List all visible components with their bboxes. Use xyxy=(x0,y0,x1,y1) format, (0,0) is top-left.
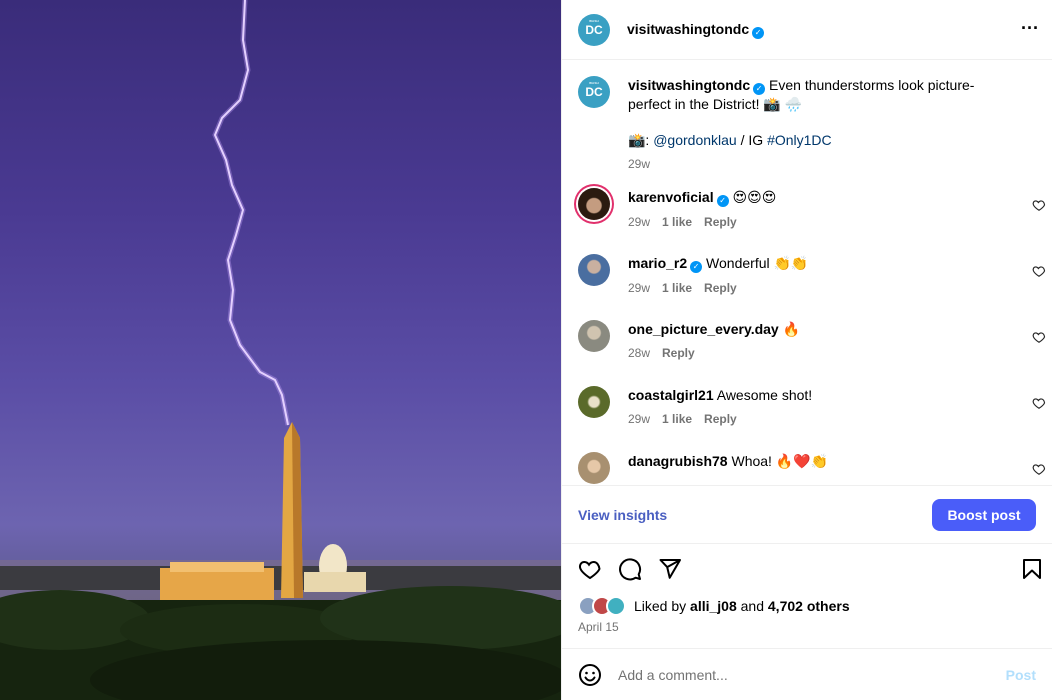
comment-item: one_picture_every.day 🔥 28w Reply xyxy=(578,320,1046,386)
likes-summary[interactable]: Liked by alli_j08 and 4,702 others xyxy=(562,594,1052,618)
author-username[interactable]: visitwashingtondc ✓ xyxy=(627,21,765,39)
comment-meta: 29w 1 like Reply xyxy=(628,281,838,295)
comment-likes[interactable]: 1 like xyxy=(662,412,692,426)
caption-avatar-text: DC xyxy=(585,85,603,99)
avatar-tiny-text: WASH xyxy=(589,18,599,23)
likes-user[interactable]: alli_j08 xyxy=(690,598,737,614)
verified-icon: ✓ xyxy=(752,26,765,39)
credit-prefix: 📸: xyxy=(628,132,654,148)
comment-item: karenvoficial ✓ 😍😍😍 29w 1 like Reply xyxy=(578,188,1046,254)
insights-bar: View insights Boost post xyxy=(562,486,1052,544)
lightning-glow xyxy=(212,0,291,426)
likes-count[interactable]: 4,702 others xyxy=(768,598,850,614)
comment-user[interactable]: danagrubish78 xyxy=(628,453,728,469)
post-header: WASH DC visitwashingtondc ✓ ··· xyxy=(562,0,1052,60)
comment-user[interactable]: one_picture_every.day xyxy=(628,321,779,337)
liker-avatars xyxy=(578,596,626,616)
commenter-avatar[interactable] xyxy=(578,320,610,352)
credit-mid: / IG xyxy=(736,132,768,148)
verified-icon: ✓ xyxy=(716,195,729,207)
comment-user[interactable]: mario_r2 xyxy=(628,255,687,271)
comment-text: danagrubish78 Whoa! 🔥❤️👏 xyxy=(628,452,858,470)
comment-body: 😍😍😍 xyxy=(732,189,777,205)
comment-meta: 28w Reply xyxy=(628,346,830,360)
comment-meta: 29w 1 like Reply xyxy=(628,215,806,229)
comment-composer: Add a comment... Post xyxy=(562,648,1052,700)
post-date: April 15 xyxy=(578,620,619,634)
bookmark-icon[interactable] xyxy=(1020,557,1044,581)
comment-text: karenvoficial ✓ 😍😍😍 xyxy=(628,188,806,207)
comment-time: 29w xyxy=(628,412,651,426)
share-icon[interactable] xyxy=(658,557,682,581)
verified-icon: ✓ xyxy=(690,261,703,273)
liker-avatar xyxy=(606,596,626,616)
post-panel: WASH DC visitwashingtondc ✓ ··· WASH DC v… xyxy=(561,0,1052,700)
likes-text: Liked by alli_j08 and 4,702 others xyxy=(634,598,850,614)
post-photo[interactable] xyxy=(0,0,561,700)
comment-body: Wonderful 👏👏 xyxy=(706,255,809,271)
commenter-avatar[interactable] xyxy=(578,386,610,418)
heart-icon[interactable] xyxy=(578,557,602,581)
caption-text: visitwashingtondc ✓ Even thunderstorms lo… xyxy=(628,76,1036,113)
reply-button[interactable]: Reply xyxy=(662,346,695,360)
lincoln-memorial-top xyxy=(170,562,264,572)
emoji-icon[interactable] xyxy=(578,663,602,687)
more-icon[interactable]: ··· xyxy=(1018,19,1042,40)
commenter-avatar[interactable] xyxy=(578,254,610,286)
verified-icon: ✓ xyxy=(753,83,766,95)
commenter-avatar[interactable] xyxy=(578,452,610,484)
comment-heart-icon[interactable] xyxy=(1032,264,1046,278)
comment-input[interactable]: Add a comment... xyxy=(618,667,1006,683)
view-insights-link[interactable]: View insights xyxy=(578,507,667,523)
comment-text: one_picture_every.day 🔥 xyxy=(628,320,830,338)
avatar-text: DC xyxy=(585,22,603,37)
comment-icon[interactable] xyxy=(618,557,642,581)
comment-likes[interactable]: 1 like xyxy=(662,281,692,295)
post-comment-button[interactable]: Post xyxy=(1006,667,1036,683)
capitol-base xyxy=(304,572,366,592)
comment-time: 28w xyxy=(628,346,651,360)
comment-heart-icon[interactable] xyxy=(1032,462,1046,476)
comment-item: danagrubish78 Whoa! 🔥❤️👏 xyxy=(578,452,1046,485)
caption-meta: 29w xyxy=(628,157,1036,171)
comment-time: 29w xyxy=(628,215,651,229)
comment-user[interactable]: karenvoficial xyxy=(628,189,714,205)
comment-heart-icon[interactable] xyxy=(1032,330,1046,344)
comment-body: Awesome shot! xyxy=(716,387,813,403)
instagram-post-view: WASH DC visitwashingtondc ✓ ··· WASH DC v… xyxy=(0,0,1052,700)
comment-heart-icon[interactable] xyxy=(1032,198,1046,212)
boost-post-button[interactable]: Boost post xyxy=(932,498,1036,531)
credit-hashtag[interactable]: #Only1DC xyxy=(767,132,832,148)
comment-item: mario_r2 ✓ Wonderful 👏👏 29w 1 like Reply xyxy=(578,254,1046,320)
credit-mention[interactable]: @gordonklau xyxy=(653,132,737,148)
comment-item: coastalgirl21 Awesome shot! 29w 1 like Rep… xyxy=(578,386,1046,452)
likes-mid: and xyxy=(736,598,768,614)
comment-likes[interactable]: 1 like xyxy=(662,215,692,229)
commenter-avatar[interactable] xyxy=(578,188,610,220)
caption-row: WASH DC visitwashingtondc ✓ Even thunders… xyxy=(578,76,1036,188)
reply-button[interactable]: Reply xyxy=(704,215,737,229)
likes-prefix: Liked by xyxy=(634,598,691,614)
comment-body: 🔥 xyxy=(782,321,801,337)
comment-body: Whoa! 🔥❤️👏 xyxy=(731,453,829,469)
photo-illustration xyxy=(0,0,561,700)
caption-time: 29w xyxy=(628,157,651,171)
distant-buildings xyxy=(0,566,561,590)
comment-text: mario_r2 ✓ Wonderful 👏👏 xyxy=(628,254,838,273)
caption-credit: 📸: @gordonklau / IG #Only1DC xyxy=(628,131,1036,149)
comment-text: coastalgirl21 Awesome shot! xyxy=(628,386,842,404)
comments-scroll[interactable]: WASH DC visitwashingtondc ✓ Even thunders… xyxy=(562,60,1052,486)
caption-author[interactable]: visitwashingtondc xyxy=(628,77,750,93)
comment-heart-icon[interactable] xyxy=(1032,396,1046,410)
caption-avatar-tiny: WASH xyxy=(589,81,599,85)
comment-meta: 29w 1 like Reply xyxy=(628,412,842,426)
action-icons xyxy=(562,544,1052,594)
caption-avatar[interactable]: WASH DC xyxy=(578,76,610,108)
comment-user[interactable]: coastalgirl21 xyxy=(628,387,714,403)
comment-time: 29w xyxy=(628,281,651,295)
author-username-text[interactable]: visitwashingtondc xyxy=(627,21,749,37)
reply-button[interactable]: Reply xyxy=(704,412,737,426)
reply-button[interactable]: Reply xyxy=(704,281,737,295)
author-avatar[interactable]: WASH DC xyxy=(578,13,610,46)
